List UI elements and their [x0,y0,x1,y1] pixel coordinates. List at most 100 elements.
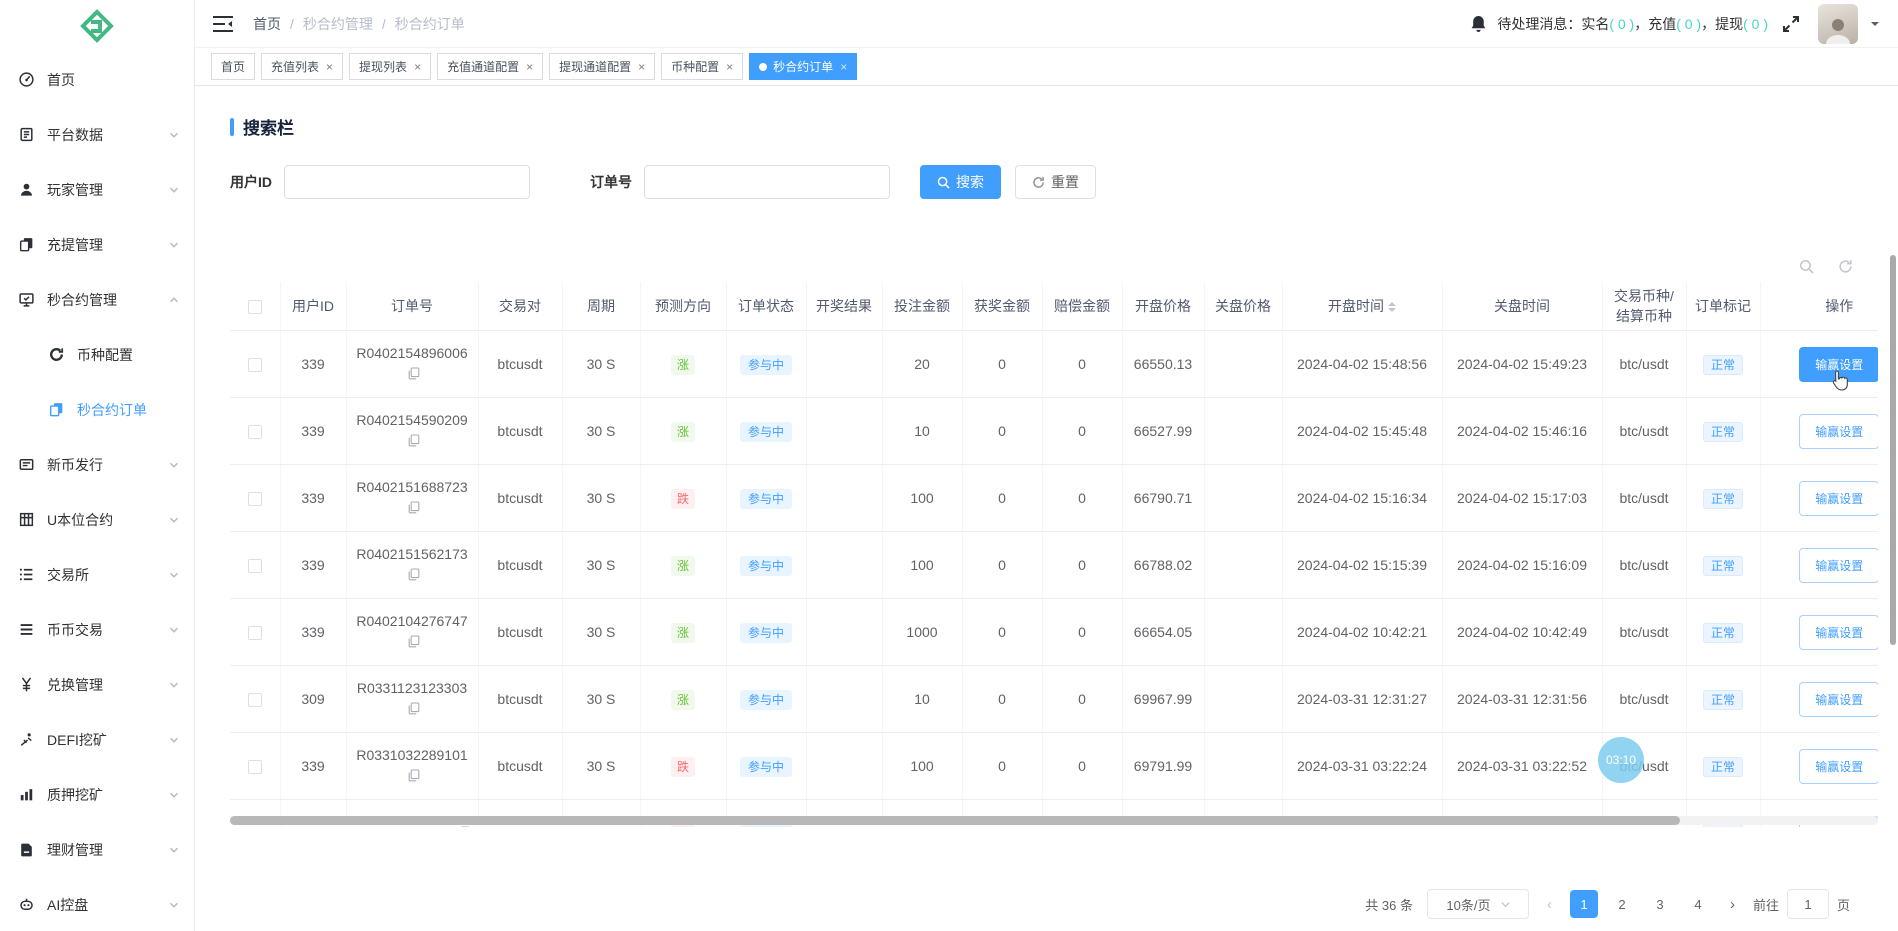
sidebar-item-finance-management[interactable]: 理财管理 [0,822,194,877]
copy-icon[interactable] [408,367,420,380]
winlose-settings-button[interactable]: 输赢设置 [1799,481,1878,516]
sidebar-item-u-contract[interactable]: U本位合约 [0,492,194,547]
tab-item[interactable]: 秒合约订单× [749,53,857,80]
row-checkbox[interactable] [248,492,262,506]
page-jump-input[interactable] [1787,889,1829,919]
avatar-caret-icon[interactable] [1870,19,1880,29]
cell-user-id: 339 [280,532,346,599]
page-number-button[interactable]: 4 [1684,890,1712,918]
copy-icon[interactable] [408,501,420,514]
pagination: 共 36 条 10条/页 ‹ 1234 › 前往 页 [1365,889,1850,919]
sidebar-item-player-management[interactable]: 玩家管理 [0,162,194,217]
search-button[interactable]: 搜索 [920,165,1001,199]
table-refresh-icon[interactable] [1838,259,1853,274]
winlose-settings-button[interactable]: 输赢设置 [1799,749,1878,784]
brand-logo[interactable] [0,0,194,52]
row-checkbox[interactable] [248,425,262,439]
close-icon[interactable]: × [840,61,847,73]
page-number-button[interactable]: 1 [1570,890,1598,918]
copy-icon[interactable] [458,826,470,828]
sidebar-item-exchange[interactable]: 交易所 [0,547,194,602]
vertical-scrollbar[interactable] [1890,255,1896,645]
close-icon[interactable]: × [726,61,733,73]
select-all-checkbox[interactable] [248,300,262,314]
fullscreen-icon[interactable] [1782,15,1800,33]
close-icon[interactable]: × [526,61,533,73]
copy-icon[interactable] [408,769,420,782]
breadcrumb-item[interactable]: 秒合约管理 [303,14,373,34]
winlose-settings-button[interactable]: 输赢设置 [1799,414,1878,449]
winlose-settings-button[interactable]: 输赢设置 [1799,615,1878,650]
cell-win-amount: 0 [962,532,1042,599]
row-checkbox[interactable] [248,626,262,640]
row-checkbox[interactable] [248,760,262,774]
copy-icon[interactable] [408,434,420,447]
collapse-menu-icon[interactable] [213,16,233,32]
cell-order-no: R0402154896006 [346,331,478,398]
chevron-down-icon [168,239,180,251]
page-number-button[interactable]: 3 [1646,890,1674,918]
page-number-button[interactable]: 2 [1608,890,1636,918]
close-icon[interactable]: × [414,61,421,73]
copy-icon[interactable] [408,702,420,715]
active-tab-dot [759,63,767,71]
winlose-settings-button[interactable]: 输赢设置 [1799,682,1878,717]
winlose-settings-button[interactable]: 输赢设置 [1799,347,1878,382]
reset-button[interactable]: 重置 [1015,165,1096,199]
tab-item[interactable]: 充值通道配置× [437,53,543,80]
sidebar-item-new-coin[interactable]: 新币发行 [0,437,194,492]
sidebar-item-second-contract[interactable]: 秒合约管理 [0,272,194,327]
topbar: 首页/秒合约管理/秒合约订单 待处理消息：实名( 0 )，充值( 0 )，提现(… [195,0,1898,48]
chevron-down-icon [168,624,180,636]
close-icon[interactable]: × [326,61,333,73]
tab-item[interactable]: 币种配置× [661,53,743,80]
horizontal-scrollbar-thumb[interactable] [230,816,1680,825]
avatar[interactable] [1818,4,1858,44]
bell-icon[interactable] [1470,15,1487,33]
sidebar-item-second-contract-orders[interactable]: 秒合约订单 [0,382,194,437]
cell-period: 30 S [562,465,640,532]
winlose-settings-button[interactable]: 输赢设置 [1799,548,1878,583]
cell-close-price [1204,398,1282,465]
sidebar-item-defi-mining[interactable]: DEFI挖矿 [0,712,194,767]
page-size-select[interactable]: 10条/页 [1427,889,1529,919]
sidebar-item-ai-control[interactable]: AI控盘 [0,877,194,931]
tab-item[interactable]: 充值列表× [261,53,343,80]
refresh-icon [1032,176,1045,189]
sidebar-item-home[interactable]: 首页 [0,52,194,107]
next-page-button[interactable]: › [1726,896,1739,913]
chevron-down-icon [168,184,180,196]
copy-icon[interactable] [408,635,420,648]
userid-input[interactable] [284,165,530,199]
sort-icons[interactable] [1388,298,1396,316]
sidebar-item-coin-trade[interactable]: 币币交易 [0,602,194,657]
sidebar-item-stake-mining[interactable]: 质押挖矿 [0,767,194,822]
orderno-input[interactable] [644,165,890,199]
close-icon[interactable]: × [638,61,645,73]
table-search-icon[interactable] [1799,259,1814,274]
cell-period: 30 S [562,398,640,465]
tab-item[interactable]: 提现通道配置× [549,53,655,80]
copy-icon[interactable] [408,568,420,581]
breadcrumb-item[interactable]: 首页 [253,14,281,34]
breadcrumb-separator: / [382,16,386,32]
prev-page-button[interactable]: ‹ [1543,896,1556,913]
sidebar-item-coin-config[interactable]: 币种配置 [0,327,194,382]
row-checkbox[interactable] [248,693,262,707]
cell-user-id: 339 [280,733,346,800]
cell-close-time: 2024-03-31 03:22:52 [1442,733,1602,800]
column-header: 预测方向 [640,282,726,331]
sidebar-item-deposit-withdraw[interactable]: 充提管理 [0,217,194,272]
breadcrumb-item[interactable]: 秒合约订单 [395,14,465,34]
sidebar-item-swap-management[interactable]: 兑换管理 [0,657,194,712]
tab-item[interactable]: 首页 [211,53,255,80]
chevron-down-icon [168,129,180,141]
cell-action: 输赢设置 [1760,733,1878,800]
notice-count: ( 0 ) [1609,16,1634,32]
horizontal-scrollbar[interactable] [230,816,1878,825]
tab-item[interactable]: 提现列表× [349,53,431,80]
cell-mark: 正常 [1686,666,1760,733]
sidebar-item-platform-data[interactable]: 平台数据 [0,107,194,162]
row-checkbox[interactable] [248,559,262,573]
row-checkbox[interactable] [248,358,262,372]
